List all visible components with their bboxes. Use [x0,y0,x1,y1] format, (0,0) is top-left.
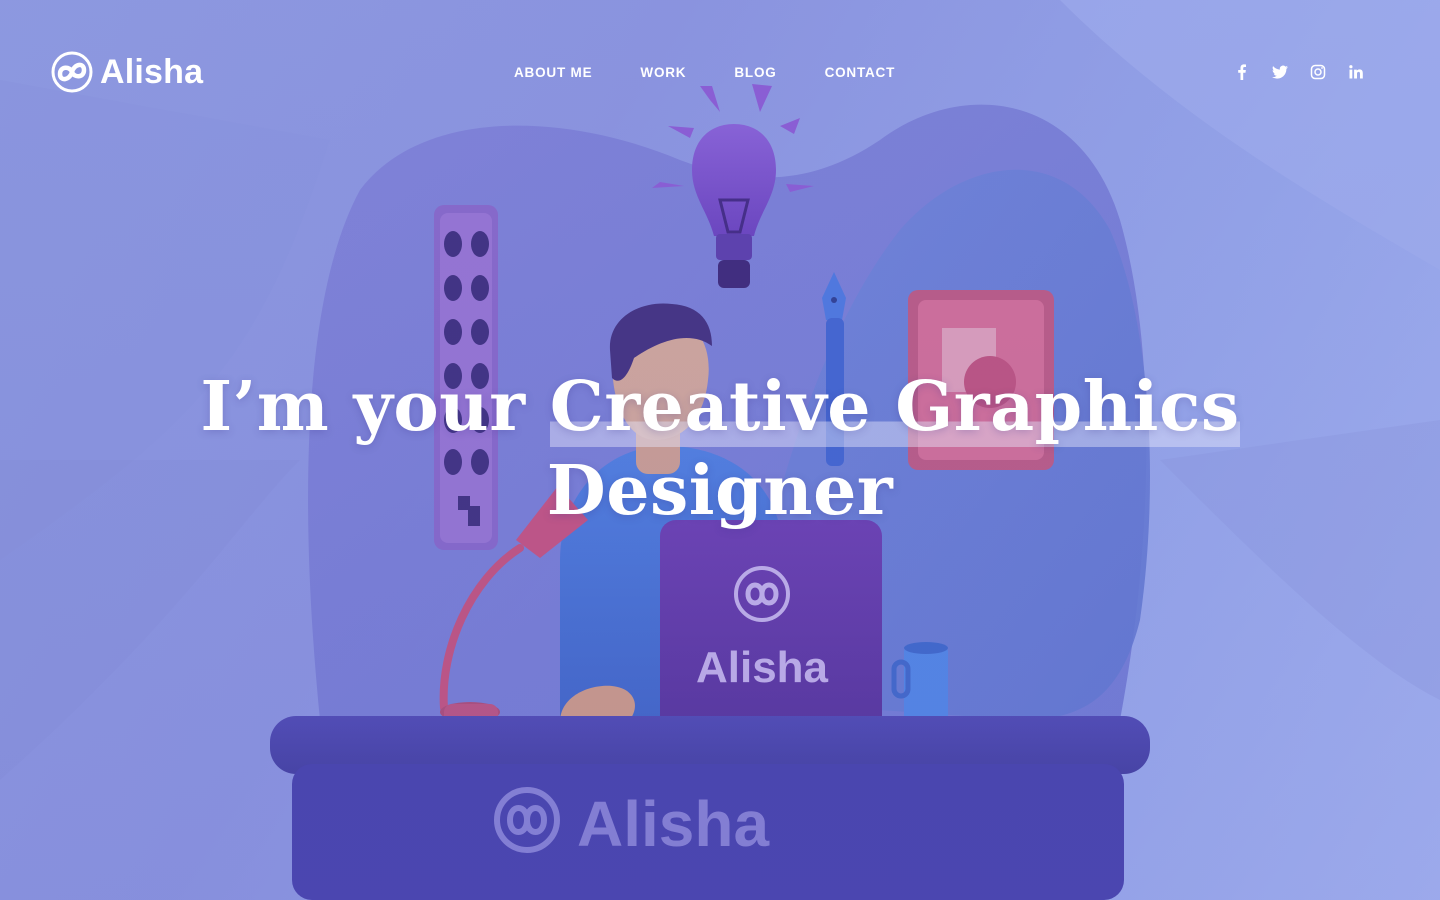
site-header: Alisha ABOUT ME WORK BLOG CONTACT [0,0,1440,146]
brand-logo-link[interactable]: Alisha [50,50,203,94]
facebook-icon [1238,64,1246,80]
nav-item-about-me[interactable]: ABOUT ME [514,64,592,82]
hero-title-highlight: Creative Graphics [549,367,1240,447]
nav-item-blog[interactable]: BLOG [734,64,776,82]
linkedin-link[interactable] [1346,62,1366,82]
laptop-brand-text: Alisha [696,643,829,692]
social-links [1232,62,1366,82]
instagram-link[interactable] [1308,62,1328,82]
hero-title-tail: Designer [546,451,894,531]
hero-section: I’m your Creative Graphics Designer [200,365,1240,533]
hero-title-lead: I’m your [200,367,550,447]
infinity-circle-logo-icon [51,51,93,93]
nav-item-work[interactable]: WORK [640,64,686,82]
main-nav: ABOUT ME WORK BLOG CONTACT [514,64,895,82]
desk-brand-text: Alisha [577,788,769,860]
brand-name: Alisha [100,53,204,91]
nav-item-contact[interactable]: CONTACT [825,64,896,82]
instagram-icon [1310,64,1326,80]
twitter-link[interactable] [1270,62,1290,82]
twitter-icon [1272,65,1288,79]
facebook-link[interactable] [1232,62,1252,82]
linkedin-icon [1349,65,1363,79]
hero-title: I’m your Creative Graphics Designer [200,365,1240,533]
